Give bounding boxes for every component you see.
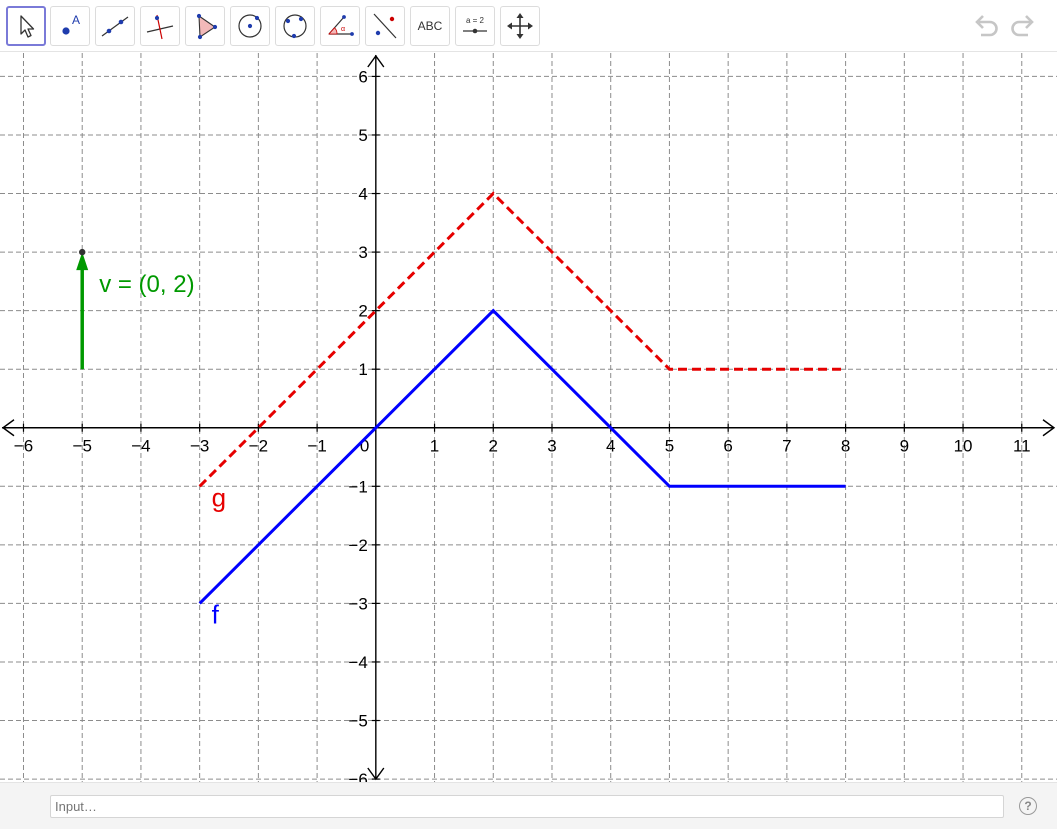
circle-three-points-icon <box>283 14 307 39</box>
y-tick-label: −4 <box>348 653 367 672</box>
line-tool-button[interactable] <box>95 6 135 46</box>
circle-center-point-icon <box>238 14 262 38</box>
x-tick-label: −2 <box>249 437 268 456</box>
x-tick-label: −6 <box>14 437 33 456</box>
axes <box>1 54 1056 781</box>
x-tick-label: −3 <box>190 437 209 456</box>
input-bar-area: ? <box>0 782 1057 829</box>
x-tick-label: 6 <box>723 437 732 456</box>
slider-tool-label: a = 2 <box>466 16 485 25</box>
function-f-graph[interactable] <box>198 308 846 605</box>
ellipse-tool-button[interactable] <box>275 6 315 46</box>
move-graphics-tool-button[interactable] <box>500 6 540 46</box>
y-tick-label: 1 <box>358 360 367 379</box>
slider-icon: a = 2 <box>463 16 487 34</box>
y-tick-label: −6 <box>348 770 367 782</box>
reflect-about-line-icon <box>373 13 397 39</box>
x-tick-label: 3 <box>547 437 556 456</box>
y-tick-label: 4 <box>358 185 367 204</box>
x-tick-label: −1 <box>307 437 326 456</box>
x-tick-label: 11 <box>1013 437 1031 456</box>
graphics-view[interactable]: −6 −5 −4 −3 −2 −1 0 1 2 3 4 5 6 7 8 9 10 11654321−1−2−3−4… <box>0 53 1057 782</box>
x-tick-label: 4 <box>606 437 615 456</box>
x-tick-label: 5 <box>665 437 674 456</box>
svg-text:α: α <box>341 26 345 33</box>
angle-icon: α <box>328 15 354 36</box>
circle-tool-button[interactable] <box>230 6 270 46</box>
polygon-tool-button[interactable] <box>185 6 225 46</box>
y-tick-label: −2 <box>348 536 367 555</box>
perpendicular-tool-button[interactable] <box>140 6 180 46</box>
line-through-points-icon <box>101 16 129 37</box>
x-tick-label: 2 <box>489 437 498 456</box>
move-view-icon <box>507 13 533 39</box>
x-tick-label: 8 <box>841 437 850 456</box>
y-tick-label: 2 <box>358 302 367 321</box>
vector-v-endpoint[interactable] <box>79 248 86 256</box>
x-tick-label: 9 <box>900 437 909 456</box>
svg-text:A: A <box>72 13 80 27</box>
grid <box>0 53 1057 782</box>
y-tick-label: −1 <box>348 477 367 496</box>
cursor-arrow-icon <box>20 15 35 38</box>
y-tick-label: 6 <box>358 67 367 86</box>
toolbar: A α ABC a = 2 <box>0 0 1057 52</box>
undo-icon[interactable] <box>970 10 1002 42</box>
input-field[interactable] <box>50 795 1004 818</box>
y-tick-label: 5 <box>358 126 367 145</box>
function-f-label[interactable]: f <box>212 599 220 629</box>
y-tick-label: 3 <box>358 243 367 262</box>
function-g-label[interactable]: g <box>212 482 226 512</box>
reflect-tool-button[interactable] <box>365 6 405 46</box>
y-tick-label: −3 <box>348 594 367 613</box>
point-icon: A <box>62 13 80 35</box>
x-tick-label: 10 <box>954 437 973 456</box>
redo-icon[interactable] <box>1007 10 1039 42</box>
text-tool-label: ABC <box>417 19 443 33</box>
plotted-objects[interactable]: f g v = (0, 2) <box>76 191 846 630</box>
angle-tool-button[interactable]: α <box>320 6 360 46</box>
x-tick-label: 7 <box>782 437 791 456</box>
perpendicular-line-icon <box>146 14 174 40</box>
tick-labels: −6 −5 −4 −3 −2 −1 0 1 2 3 4 5 6 7 8 9 10 11654321−1−2−3−4… <box>14 67 1031 782</box>
help-icon[interactable]: ? <box>1019 797 1037 815</box>
text-tool-button[interactable]: ABC <box>410 6 450 46</box>
point-tool-button[interactable]: A <box>50 6 90 46</box>
polygon-icon <box>196 13 218 40</box>
slider-tool-button[interactable]: a = 2 <box>455 6 495 46</box>
move-tool-button[interactable] <box>6 6 46 46</box>
vector-v-label[interactable]: v = (0, 2) <box>99 271 194 298</box>
x-tick-label: −5 <box>73 437 92 456</box>
y-tick-label: −5 <box>348 712 367 731</box>
x-tick-label: 1 <box>430 437 439 456</box>
x-tick-label: −4 <box>131 437 150 456</box>
